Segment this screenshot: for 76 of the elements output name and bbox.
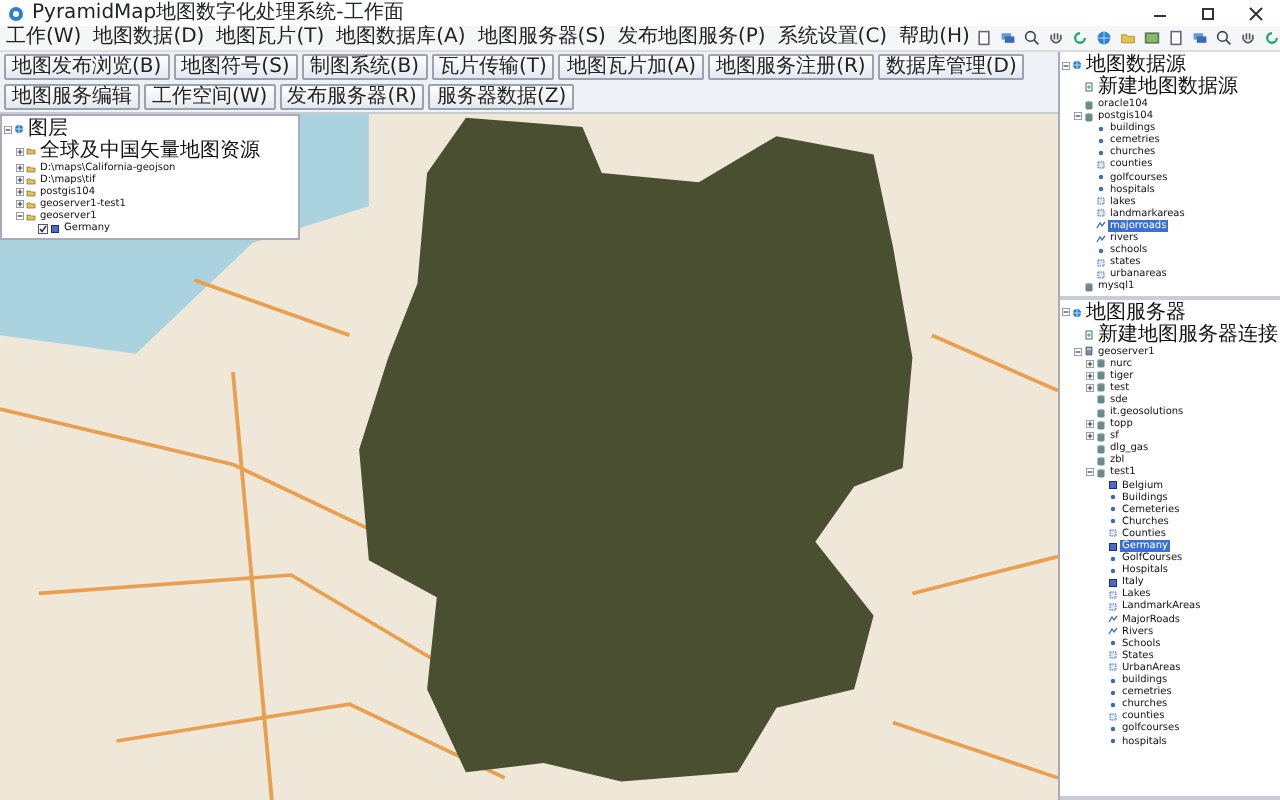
document-icon[interactable] — [975, 30, 992, 46]
toolbar-button[interactable]: 地图瓦片加(A) — [558, 54, 705, 80]
window-title: PyramidMap地图数字化处理系统-工作面 — [32, 0, 404, 25]
raster-icon — [1108, 480, 1118, 491]
globe-icon — [1072, 307, 1082, 317]
collapse-icon[interactable] — [1086, 468, 1094, 477]
menu-item[interactable]: 地图瓦片(T) — [210, 26, 331, 50]
layers-icon[interactable] — [1191, 30, 1208, 46]
menu-item[interactable]: 地图服务器(S) — [471, 26, 612, 50]
tree-item[interactable]: 全球及中国矢量地图资源 — [38, 140, 262, 162]
server-icon — [1084, 346, 1094, 357]
collapse-icon[interactable] — [4, 125, 12, 133]
collapse-icon[interactable] — [16, 212, 24, 221]
expand-icon[interactable] — [16, 188, 24, 197]
hand-icon[interactable] — [1239, 30, 1256, 46]
tree-item[interactable]: 图层 — [26, 118, 70, 140]
point-icon — [1096, 245, 1106, 256]
magnifier-icon[interactable] — [1023, 30, 1040, 46]
toolbar-button[interactable]: 工作空间(W) — [144, 84, 276, 110]
toolbar-button[interactable]: 地图服务编辑 — [4, 84, 140, 110]
collapse-icon[interactable] — [1062, 61, 1070, 69]
collapse-icon[interactable] — [1062, 308, 1070, 316]
menu-item[interactable]: 发布地图服务(P) — [611, 26, 772, 50]
checkbox[interactable] — [38, 224, 48, 235]
tree-item[interactable]: 地图数据源 — [1084, 54, 1188, 76]
polygon-icon — [1108, 528, 1118, 539]
close-icon[interactable] — [1248, 5, 1264, 21]
tree-item[interactable]: 新建地图数据源 — [1096, 76, 1240, 98]
globe-icon[interactable] — [1095, 30, 1112, 46]
layers-icon[interactable] — [999, 30, 1016, 46]
menu-item[interactable]: 地图数据(D) — [87, 26, 211, 50]
point-icon — [1108, 638, 1118, 649]
menu-item[interactable]: 帮助(H) — [893, 26, 976, 50]
map-drawing[interactable] — [0, 114, 1058, 800]
menu-item[interactable]: 地图数据库(A) — [330, 26, 472, 50]
document-icon — [1084, 329, 1094, 339]
menu-item[interactable]: 工作(W) — [0, 26, 88, 50]
document-icon — [1084, 82, 1094, 92]
toolbar-button[interactable]: 地图服务注册(R) — [708, 54, 874, 80]
expand-icon[interactable] — [1086, 383, 1094, 392]
collapse-icon[interactable] — [1074, 347, 1082, 356]
expand-icon[interactable] — [1086, 420, 1094, 429]
expand-icon[interactable] — [1086, 432, 1094, 441]
maximize-icon[interactable] — [1200, 5, 1216, 21]
toolbar-button[interactable]: 发布服务器(R) — [279, 84, 425, 110]
raster-icon — [1108, 541, 1118, 552]
expand-icon[interactable] — [1086, 359, 1094, 368]
polygon-icon — [1096, 160, 1106, 171]
expand-icon[interactable] — [16, 200, 24, 209]
raster-icon — [1108, 577, 1118, 588]
hand-icon[interactable] — [1047, 30, 1064, 46]
toolbar-button[interactable]: 地图符号(S) — [173, 54, 298, 80]
globe-icon — [14, 124, 24, 134]
menu-item[interactable]: 系统设置(C) — [771, 26, 894, 50]
raster-icon — [50, 224, 60, 235]
magnifier-icon[interactable] — [1215, 30, 1232, 46]
database-icon — [1084, 281, 1094, 292]
refresh-icon[interactable] — [1263, 30, 1280, 46]
toolbar-button[interactable]: 制图系统(B) — [301, 54, 427, 80]
tree-item[interactable]: 地图服务器 — [1084, 301, 1188, 323]
expand-icon[interactable] — [16, 147, 24, 155]
globe-icon — [1072, 60, 1082, 70]
polygon-icon — [1108, 711, 1118, 722]
refresh-icon[interactable] — [1071, 30, 1088, 46]
expand-icon[interactable] — [1086, 371, 1094, 380]
image-icon[interactable] — [1143, 30, 1160, 46]
expand-icon[interactable] — [16, 164, 24, 173]
document-icon[interactable] — [1167, 30, 1184, 46]
toolbar-button[interactable]: 地图发布浏览(B) — [4, 54, 170, 80]
toolbar-button[interactable]: 瓦片传输(T) — [431, 54, 555, 80]
toolbar-button[interactable]: 服务器数据(Z) — [428, 84, 575, 110]
expand-icon[interactable] — [16, 176, 24, 185]
toolbar-button[interactable]: 数据库管理(D) — [877, 54, 1025, 80]
app-logo-icon — [8, 5, 24, 21]
tree-item[interactable]: 新建地图服务器连接 — [1096, 323, 1280, 345]
collapse-icon[interactable] — [1074, 112, 1082, 121]
